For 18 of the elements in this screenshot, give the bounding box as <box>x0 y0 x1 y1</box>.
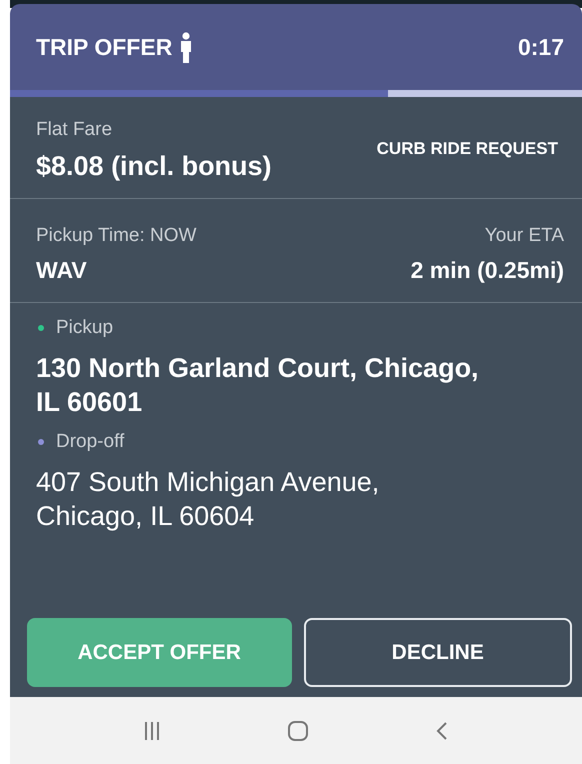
stop-label: Pickup <box>56 317 114 339</box>
home-icon[interactable] <box>286 720 309 742</box>
back-icon[interactable] <box>436 720 448 740</box>
decline-button[interactable]: DECLINE <box>304 618 572 687</box>
recent-apps-icon[interactable] <box>144 720 160 740</box>
stop-address: 407 South Michigan Avenue, Chicago, IL 60604 <box>36 466 380 533</box>
fare-amount: $8.08 (incl. bonus) <box>36 151 272 182</box>
stop-label: Drop-off <box>56 431 124 453</box>
countdown-timer: 0:17 <box>518 34 564 60</box>
header-title: TRIP OFFER <box>36 34 172 60</box>
stop-address: 130 North Garland Court, Chicago, IL 60601 <box>36 352 480 419</box>
eta-label: Your ETA <box>484 225 564 247</box>
vehicle-type: WAV <box>36 257 87 284</box>
request-type: CURB RIDE REQUEST <box>376 139 558 160</box>
pickup-time: Pickup Time: NOW <box>36 225 196 247</box>
eta-value: 2 min (0.25mi) <box>410 257 564 284</box>
person-icon <box>180 32 192 62</box>
fare-label: Flat Fare <box>36 119 112 141</box>
